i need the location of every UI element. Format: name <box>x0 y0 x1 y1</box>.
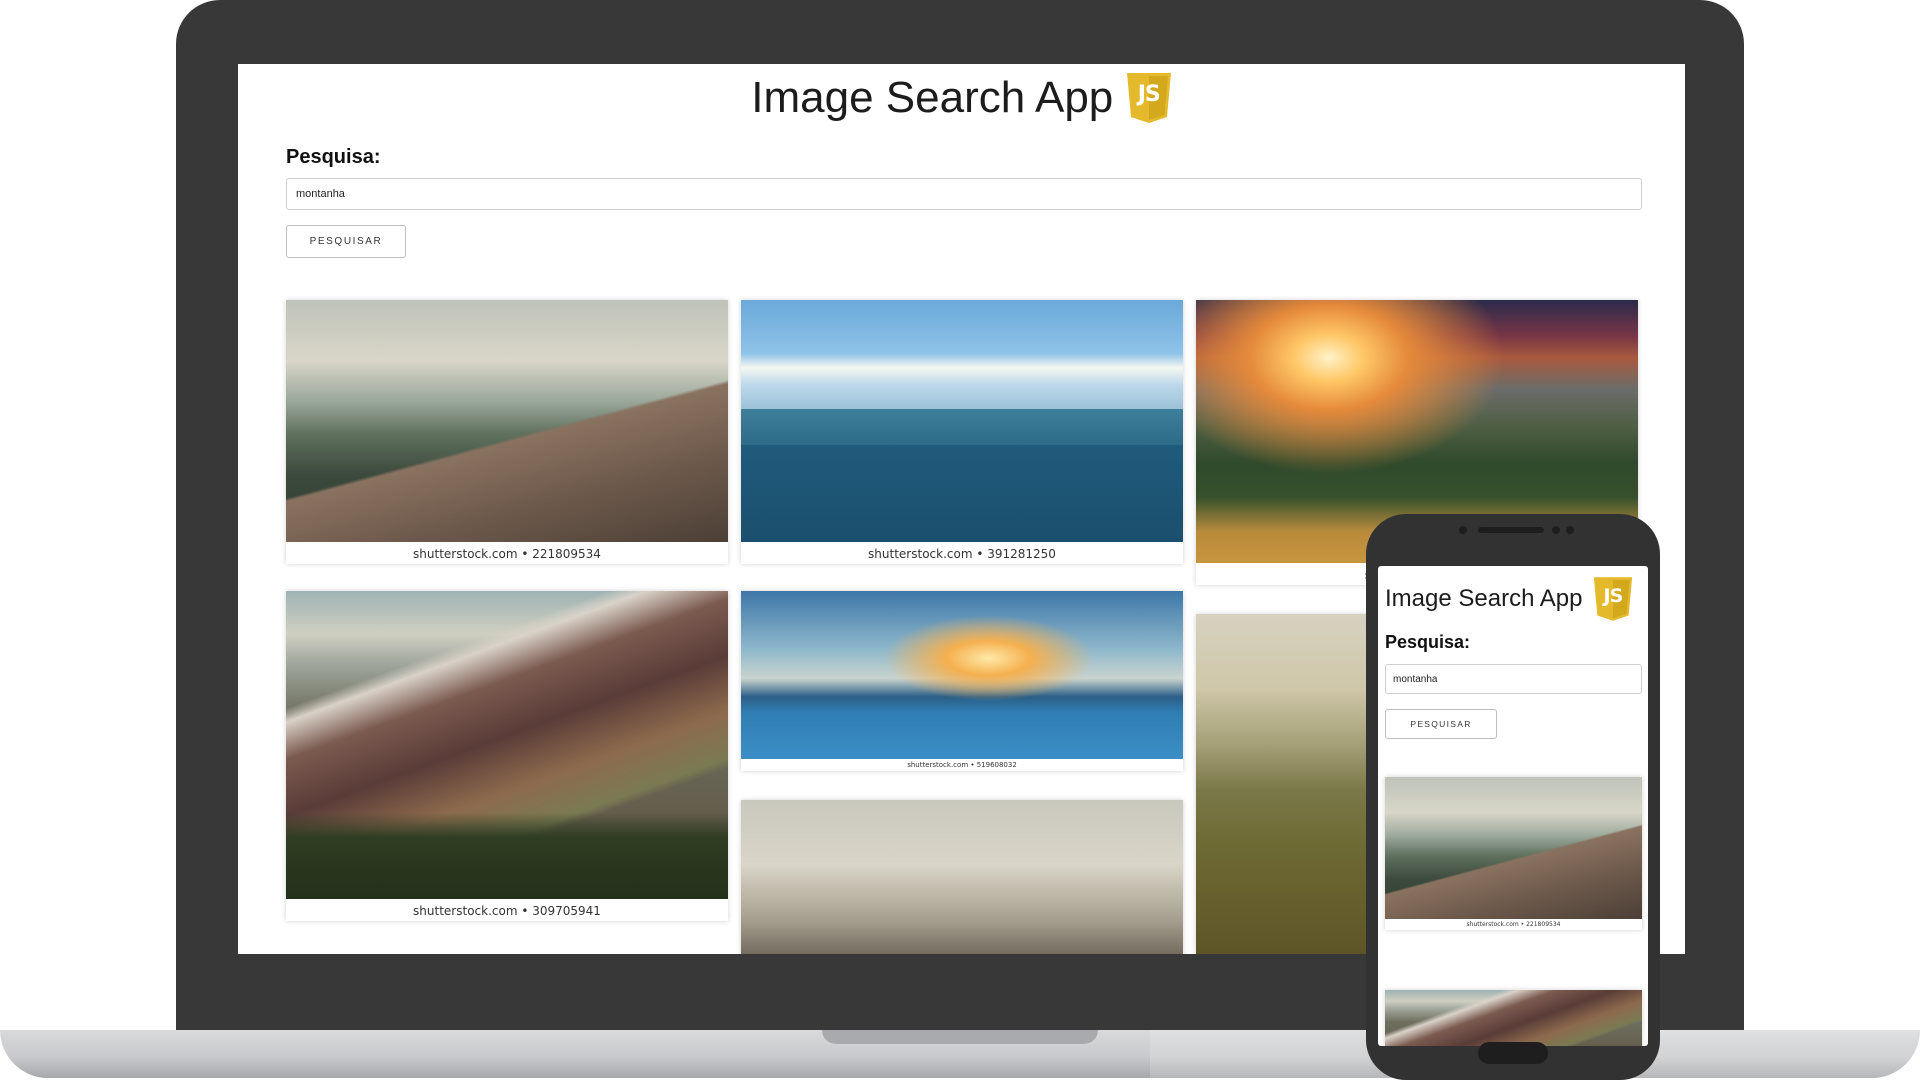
phone-frame: Image Search App JS Pesquisa: PESQUISAR … <box>1366 514 1660 1080</box>
mobile-search-label: Pesquisa: <box>1385 632 1471 652</box>
mobile-result-card[interactable] <box>1385 990 1642 1046</box>
laptop-notch <box>822 1030 1098 1044</box>
js-logo-icon: JS <box>1126 72 1172 124</box>
result-caption: shutterstock.com • 309705941 <box>413 904 601 918</box>
result-card[interactable]: shutterstock.com • 391281250 <box>741 300 1183 564</box>
search-button[interactable]: PESQUISAR <box>286 225 406 258</box>
result-image <box>286 591 728 899</box>
search-label: Pesquisa: <box>286 146 381 168</box>
mobile-app-title: Image Search App <box>1385 585 1583 612</box>
result-image <box>286 300 728 542</box>
result-card[interactable]: shutterstock.com • 309705941 <box>286 591 728 921</box>
search-input[interactable] <box>286 178 1642 210</box>
js-logo-icon: JS <box>1593 576 1633 622</box>
phone-camera <box>1566 526 1574 534</box>
result-image <box>741 591 1183 759</box>
phone-camera <box>1552 526 1560 534</box>
result-image <box>1385 777 1642 919</box>
mobile-search-input[interactable] <box>1385 664 1642 694</box>
phone-sensor <box>1459 526 1467 534</box>
mobile-app-header: Image Search App JS <box>1385 576 1633 626</box>
phone-home-button[interactable] <box>1478 1042 1548 1064</box>
phone-speaker <box>1478 527 1544 533</box>
result-card[interactable]: shutterstock.com • 221809534 <box>286 300 728 564</box>
result-caption: shutterstock.com • 519608032 <box>907 761 1017 769</box>
mobile-result-card[interactable]: shutterstock.com • 221809534 <box>1385 777 1642 930</box>
result-image <box>741 300 1183 542</box>
result-caption: shutterstock.com • 221809534 <box>1466 921 1561 928</box>
result-caption: shutterstock.com • 391281250 <box>868 547 1056 561</box>
app-title: Image Search App <box>751 73 1114 122</box>
result-card[interactable] <box>741 800 1183 954</box>
app-header: Image Search App JS <box>238 72 1685 132</box>
result-image <box>741 800 1183 954</box>
result-caption: shutterstock.com • 221809534 <box>413 547 601 561</box>
result-image <box>1385 990 1642 1046</box>
mobile-search-button[interactable]: PESQUISAR <box>1385 709 1497 739</box>
result-card[interactable]: shutterstock.com • 519608032 <box>741 591 1183 771</box>
phone-screen: Image Search App JS Pesquisa: PESQUISAR … <box>1378 566 1648 1046</box>
